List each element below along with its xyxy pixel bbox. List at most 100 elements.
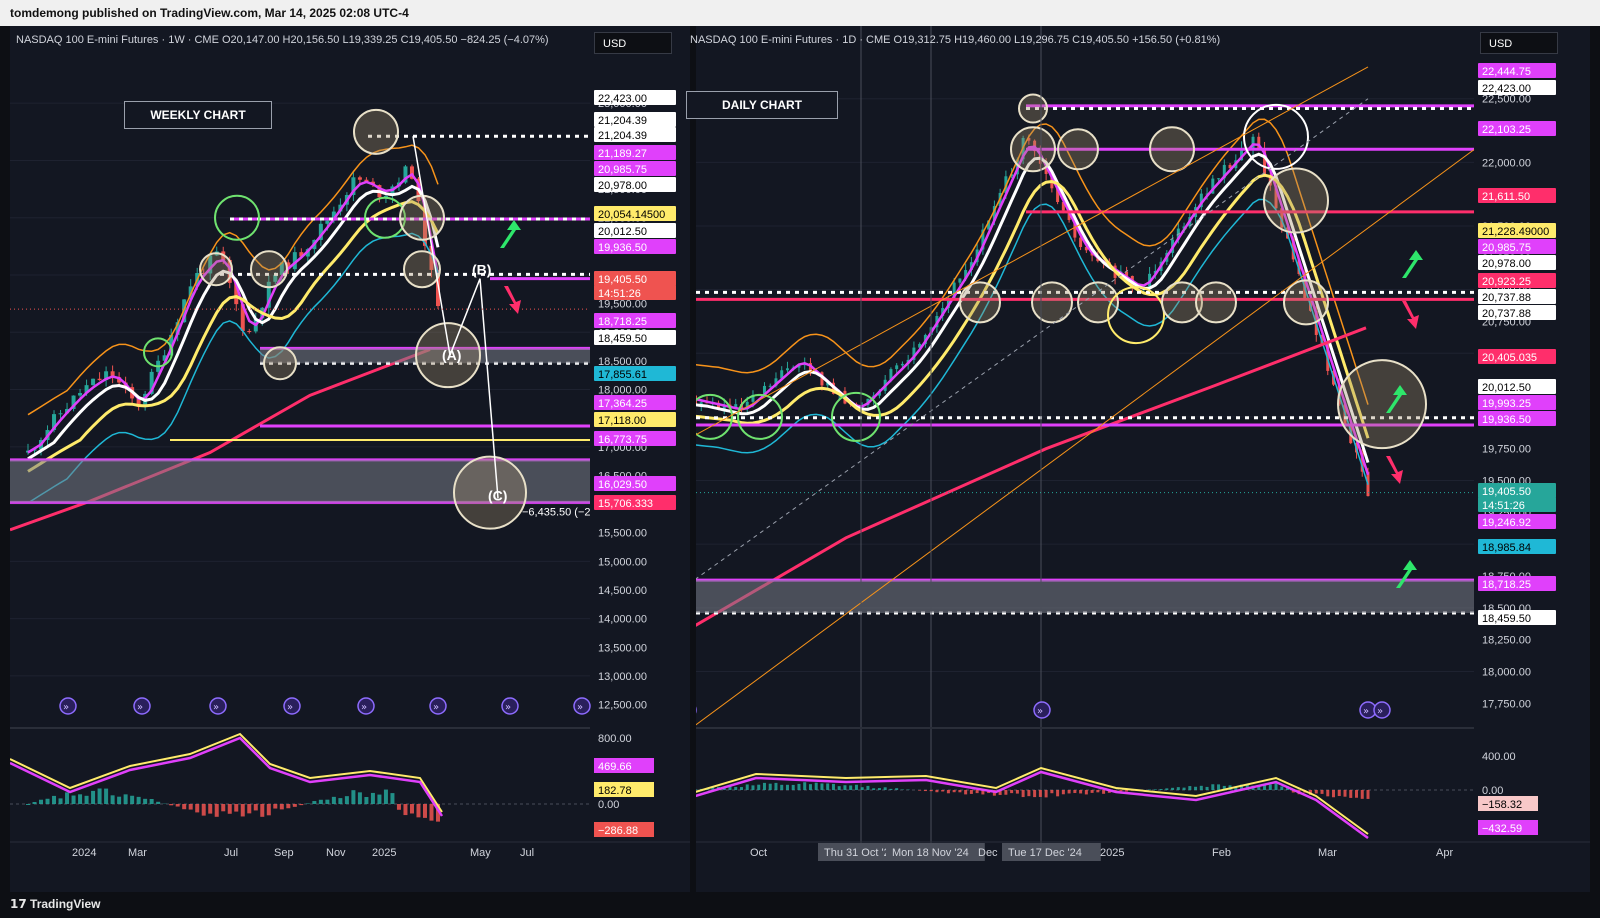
time-label-2: Jul <box>224 847 238 859</box>
histogram-bar <box>1205 786 1209 790</box>
pivot-circle-11 <box>1195 281 1237 324</box>
support-zone-0 <box>696 580 1474 614</box>
pivot-circle-6 <box>403 250 441 289</box>
price-badge-0: 22,444.75 <box>1482 66 1531 78</box>
pivot-circle-1 <box>214 194 260 241</box>
histogram-bar <box>866 785 870 790</box>
candle-body <box>768 385 772 387</box>
histogram-bar <box>895 788 899 790</box>
histogram-bar <box>247 804 252 814</box>
wave-label-2: (C) <box>488 488 507 504</box>
histogram-bar <box>299 804 304 806</box>
weekly-symbol-header: NASDAQ 100 E-mini Futures · 1W · CME O20… <box>16 34 549 46</box>
time-label-3: Sep <box>274 847 294 859</box>
histogram-bar <box>849 785 853 790</box>
histogram-bar <box>751 785 755 790</box>
price-badge-13: 17,855.61 <box>598 369 647 381</box>
histogram-bar <box>797 783 801 790</box>
candle-body <box>900 363 904 366</box>
time-label-0: Oct <box>750 847 767 859</box>
histogram-bar <box>156 801 161 804</box>
daily-currency-select[interactable]: USD <box>1480 32 1558 54</box>
histogram-bar <box>1056 790 1060 797</box>
histogram-bar <box>889 788 893 790</box>
histogram-bar <box>286 804 291 809</box>
histogram-bar <box>1021 790 1025 798</box>
histogram-bar <box>952 790 956 793</box>
histogram-bar <box>1061 790 1065 795</box>
event-marker-icon-7: » <box>577 702 583 713</box>
event-marker-icon-6: » <box>505 702 511 713</box>
histogram-bar <box>201 804 206 816</box>
histogram-bar <box>1280 786 1284 790</box>
weekly-currency-select[interactable]: USD <box>594 32 672 54</box>
osc-badge-2: −286.88 <box>598 825 638 837</box>
candle-body <box>78 393 83 396</box>
histogram-bar <box>1314 790 1318 794</box>
elliott-wave-path <box>412 136 499 499</box>
weekly-chart-panel[interactable]: (A)(B)(C)−6,435.50 (−223,000.0022,500.00… <box>10 26 690 892</box>
histogram-bar <box>78 794 83 804</box>
footer-bar: 𝟭𝟳 TradingView <box>0 892 1600 918</box>
pivot-circle-2 <box>199 252 233 287</box>
price-badge-18: 15,706.333 <box>598 498 653 510</box>
event-marker-icon-3: » <box>1377 706 1383 717</box>
price-badge-5: 20,985.75 <box>1482 242 1531 254</box>
histogram-bar <box>52 795 57 804</box>
price-tick-6: 19,500.00 <box>598 299 647 311</box>
weekly-chart-canvas[interactable]: (A)(B)(C)−6,435.50 (−223,000.0022,500.00… <box>10 26 690 892</box>
histogram-bar <box>1010 790 1014 794</box>
histogram-bar <box>1274 783 1278 790</box>
histogram-bar <box>409 804 414 814</box>
histogram-bar <box>312 801 317 804</box>
price-tick-0: 22,500.00 <box>1482 94 1531 106</box>
up-arrow-0 <box>1402 250 1423 278</box>
time-label-1: Mar <box>128 847 147 859</box>
price-badge-7: 20,012.50 <box>598 226 647 238</box>
histogram-bar <box>403 804 408 816</box>
histogram-bar <box>1067 790 1071 794</box>
histogram-bar <box>396 804 401 810</box>
price-tick-17: 18,250.00 <box>1482 635 1531 647</box>
daily-chart-panel[interactable]: 22,500.0022,250.0022,000.0021,750.0021,5… <box>686 26 1590 892</box>
price-badge-14: 19,405.50 <box>1482 486 1531 498</box>
time-label-4: Nov <box>326 847 346 859</box>
histogram-bar <box>149 798 154 804</box>
histogram-bar <box>117 796 122 804</box>
price-tick-17: 14,000.00 <box>598 614 647 626</box>
histogram-bar <box>1211 784 1215 790</box>
candle-body <box>357 177 362 180</box>
price-tick-15: 15,000.00 <box>598 556 647 568</box>
price-tick-9: 18,000.00 <box>598 385 647 397</box>
price-badge-6: 20,054.14500 <box>598 209 665 221</box>
histogram-bar <box>1182 787 1186 790</box>
histogram-bar <box>739 787 743 790</box>
daily-chart-canvas[interactable]: 22,500.0022,250.0022,000.0021,750.0021,5… <box>696 26 1590 892</box>
price-badge-5: 20,978.00 <box>598 180 647 192</box>
time-label-1: Thu 31 Oct '24 <box>824 847 896 859</box>
candle-body <box>58 413 63 415</box>
time-label-5: 2025 <box>1100 847 1124 859</box>
histogram-bar <box>1038 790 1042 797</box>
histogram-bar <box>1159 788 1163 790</box>
histogram-bar <box>808 784 812 790</box>
pivot-circle-0 <box>1018 93 1048 124</box>
histogram-bar <box>240 804 245 817</box>
price-badge-9: 20,737.88 <box>1482 308 1531 320</box>
price-badge-16: 16,773.75 <box>598 434 647 446</box>
histogram-bar <box>1171 787 1175 790</box>
histogram-bar <box>877 788 881 790</box>
histogram-bar <box>1050 790 1054 794</box>
histogram-bar <box>182 804 187 810</box>
price-badge-17: 18,985.84 <box>1482 542 1531 554</box>
wave-label-1: (B) <box>472 261 491 277</box>
histogram-bar <box>969 790 973 794</box>
time-label-3: Dec <box>978 847 998 859</box>
histogram-bar <box>130 795 135 804</box>
histogram-bar <box>826 783 830 790</box>
histogram-bar <box>110 795 115 804</box>
price-badge-18: 18,718.25 <box>1482 579 1531 591</box>
histogram-bar <box>383 789 388 804</box>
price-tick-19: 13,000.00 <box>598 671 647 683</box>
tradingview-logo[interactable]: 𝟭𝟳 TradingView <box>10 897 101 911</box>
